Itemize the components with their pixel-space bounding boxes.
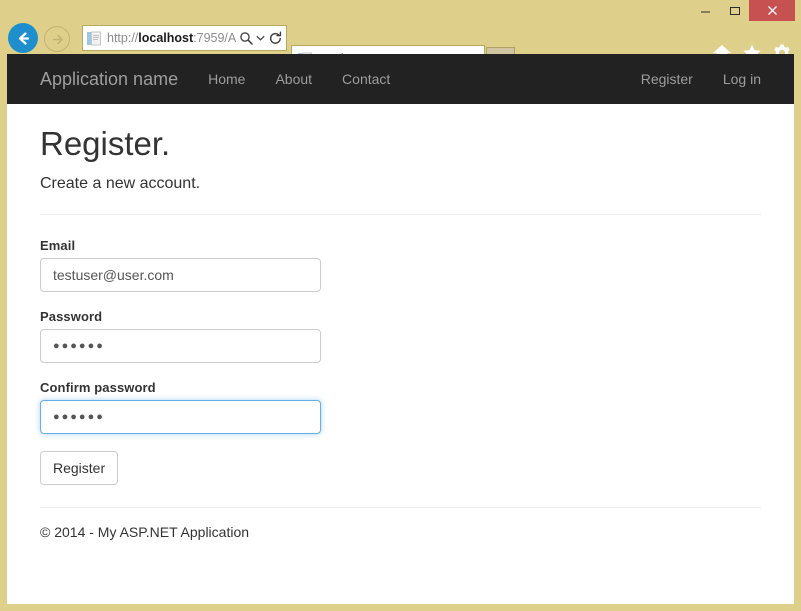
password-label: Password <box>40 309 794 324</box>
page-title: Register. <box>7 104 794 162</box>
page-viewport: Application name Home About Contact Regi… <box>7 54 794 604</box>
url-path: :7959/A <box>193 31 236 45</box>
navbar-brand[interactable]: Application name <box>25 54 193 104</box>
forward-button[interactable] <box>44 26 70 52</box>
confirm-password-label: Confirm password <box>40 380 794 395</box>
search-icon[interactable] <box>237 26 255 50</box>
chevron-down-icon[interactable] <box>255 26 266 50</box>
back-button[interactable] <box>8 23 38 53</box>
browser-navigation-bar: http://localhost:7959/A <box>0 18 801 54</box>
nav-link-contact[interactable]: Contact <box>327 54 405 104</box>
nav-link-about[interactable]: About <box>260 54 327 104</box>
address-bar[interactable]: http://localhost:7959/A <box>82 25 287 51</box>
url-text: http://localhost:7959/A <box>107 28 237 48</box>
arrow-left-icon <box>15 30 32 47</box>
minimize-icon <box>700 5 711 16</box>
url-host: localhost <box>138 31 193 45</box>
register-form: Email Password Confirm password Register <box>7 215 794 485</box>
footer-copyright: © 2014 - My ASP.NET Application <box>7 508 794 540</box>
page-content: Register. Create a new account. Email Pa… <box>7 104 794 540</box>
arrow-right-icon <box>51 33 64 46</box>
form-group-email: Email <box>40 238 794 292</box>
email-field[interactable] <box>40 258 321 292</box>
email-label: Email <box>40 238 794 253</box>
url-scheme: http:// <box>107 31 138 45</box>
form-group-confirm-password: Confirm password <box>40 380 794 434</box>
nav-link-register[interactable]: Register <box>626 54 708 104</box>
password-field[interactable] <box>40 329 321 363</box>
navbar-right-group: Register Log in <box>626 54 776 104</box>
refresh-icon[interactable] <box>266 26 284 50</box>
form-group-password: Password <box>40 309 794 363</box>
navbar-left-group: Application name Home About Contact <box>7 54 405 104</box>
register-submit-button[interactable]: Register <box>40 451 118 485</box>
maximize-icon <box>729 5 741 17</box>
browser-window: http://localhost:7959/A <box>0 0 801 611</box>
close-icon <box>767 5 778 16</box>
nav-link-login[interactable]: Log in <box>708 54 776 104</box>
page-document-icon <box>86 30 103 47</box>
site-navbar: Application name Home About Contact Regi… <box>7 54 794 104</box>
confirm-password-field[interactable] <box>40 400 321 434</box>
page-subtitle: Create a new account. <box>7 162 794 193</box>
nav-link-home[interactable]: Home <box>193 54 260 104</box>
